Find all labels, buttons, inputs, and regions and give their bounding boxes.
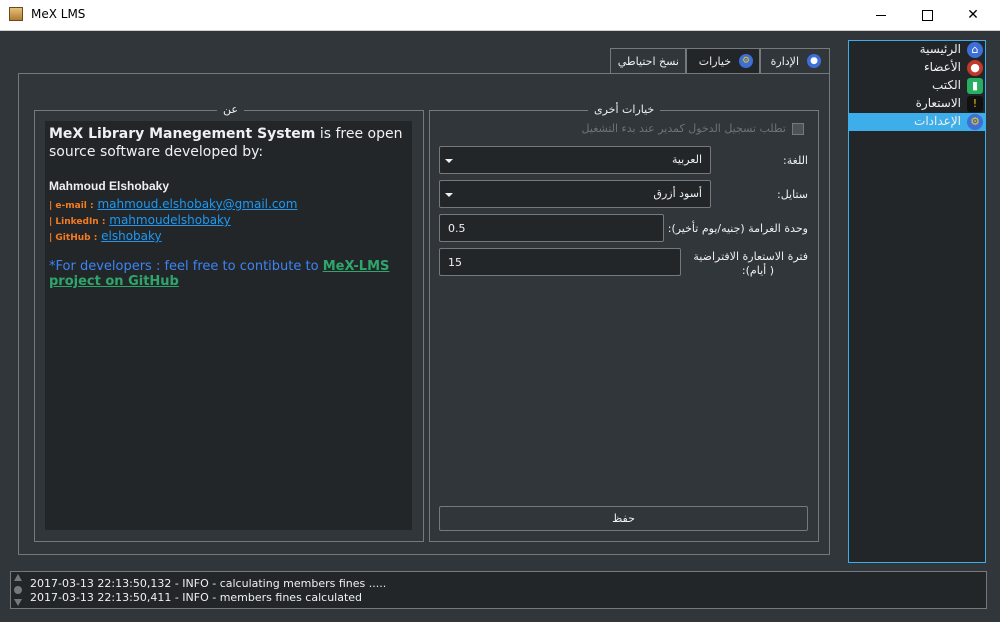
- sidebar-item-label: الكتب: [931, 78, 961, 92]
- sidebar-item-label: الاستعارة: [915, 96, 961, 110]
- sidebar-item-label: الرئيسية: [919, 42, 961, 56]
- sidebar-item-borrow[interactable]: ! الاستعارة: [849, 95, 985, 113]
- options-panel: عن MeX Library Manegement System is free…: [18, 73, 830, 555]
- about-group: عن MeX Library Manegement System is free…: [34, 103, 424, 542]
- contact-email: | e-mail : mahmoud.elshobaky@gmail.com: [49, 197, 297, 211]
- title-bar: MeX LMS ✕: [0, 0, 1000, 31]
- admin-login-checkbox-label: تطلب تسجيل الدخول كمدير عند بدء التشغيل: [581, 122, 786, 135]
- fine-unit-label: وحدة الغرامة (جنيه/يوم تأخير):: [667, 222, 808, 235]
- admin-login-checkbox[interactable]: [792, 123, 804, 135]
- sidebar-item-members[interactable]: ● الأعضاء: [849, 59, 985, 77]
- loan-period-label-line1: فترة الاستعارة الافتراضية: [693, 250, 808, 263]
- chevron-down-icon: [445, 193, 453, 197]
- developer-note: *For developers : feel free to contibute…: [49, 259, 404, 289]
- tab-options[interactable]: ⚙ خيارات: [686, 48, 760, 74]
- close-icon: ✕: [967, 7, 979, 23]
- log-scrollbar[interactable]: [13, 574, 23, 606]
- email-label: | e-mail :: [49, 201, 94, 211]
- language-select[interactable]: العربية: [439, 146, 711, 174]
- about-text-box: MeX Library Manegement System is free op…: [45, 121, 412, 530]
- scroll-handle[interactable]: [14, 586, 22, 594]
- github-label: | GitHub :: [49, 233, 98, 243]
- minimize-icon: [876, 14, 886, 16]
- contact-linkedin: | LinkedIn : mahmoudelshobaky: [49, 213, 231, 227]
- user-icon: ●: [807, 54, 821, 68]
- sidebar-item-home[interactable]: ⌂ الرئيسية: [849, 41, 985, 59]
- loan-period-value: 15: [448, 256, 462, 269]
- about-intro: MeX Library Manegement System is free op…: [49, 125, 409, 161]
- app-book-icon: [9, 7, 23, 21]
- borrow-icon: !: [967, 96, 983, 112]
- email-link[interactable]: mahmoud.elshobaky@gmail.com: [97, 197, 297, 211]
- sidebar-item-label: الإعدادات: [914, 114, 961, 128]
- tab-label: خيارات: [698, 55, 731, 68]
- options-icon: ⚙: [739, 54, 753, 68]
- admin-login-checkbox-row[interactable]: تطلب تسجيل الدخول كمدير عند بدء التشغيل: [570, 121, 804, 139]
- scroll-up-icon[interactable]: [14, 574, 22, 581]
- save-button[interactable]: حفظ: [439, 506, 808, 531]
- tab-backup[interactable]: نسخ احتياطي: [610, 48, 686, 74]
- log-panel: 2017-03-13 22:13:50,132 - INFO - calcula…: [10, 571, 987, 609]
- scroll-down-icon[interactable]: [14, 599, 22, 606]
- maximize-icon: [921, 9, 933, 21]
- fine-unit-input[interactable]: 0.5: [439, 214, 664, 242]
- github-link[interactable]: elshobaky: [101, 229, 162, 243]
- sidebar-item-settings[interactable]: ⚙ الإعدادات: [849, 113, 985, 131]
- tab-label: الإدارة: [770, 55, 799, 68]
- window-title: MeX LMS: [31, 7, 86, 21]
- options-group-title: خيارات أخرى: [588, 103, 661, 116]
- app-name: MeX Library Manegement System: [49, 126, 316, 142]
- settings-icon: ⚙: [967, 114, 983, 130]
- note-text: *For developers : feel free to contibute…: [49, 259, 323, 274]
- developer-name: Mahmoud Elshobaky: [49, 179, 170, 193]
- linkedin-link[interactable]: mahmoudelshobaky: [109, 213, 230, 227]
- contact-github: | GitHub : elshobaky: [49, 229, 162, 243]
- log-line: 2017-03-13 22:13:50,132 - INFO - calcula…: [30, 577, 387, 590]
- close-button[interactable]: ✕: [950, 0, 996, 30]
- linkedin-label: | LinkedIn :: [49, 217, 106, 227]
- other-options-group: خيارات أخرى تطلب تسجيل الدخول كمدير عند …: [429, 103, 819, 542]
- home-icon: ⌂: [967, 42, 983, 58]
- minimize-button[interactable]: [858, 0, 904, 30]
- style-value: أسود أزرق: [653, 187, 702, 200]
- members-icon: ●: [967, 60, 983, 76]
- fine-unit-value: 0.5: [448, 222, 466, 235]
- loan-period-input[interactable]: 15: [439, 248, 681, 276]
- style-label: ستايل:: [777, 188, 808, 201]
- log-line: 2017-03-13 22:13:50,411 - INFO - members…: [30, 591, 363, 604]
- about-group-title: عن: [217, 103, 244, 116]
- chevron-down-icon: [445, 159, 453, 163]
- language-label: اللغة:: [783, 154, 808, 167]
- tab-admin[interactable]: ● الإدارة: [760, 48, 830, 74]
- sidebar-nav: ⌂ الرئيسية ● الأعضاء ▮ الكتب ! الاستعارة…: [848, 40, 986, 563]
- maximize-button[interactable]: [904, 0, 950, 30]
- tab-label: نسخ احتياطي: [617, 55, 679, 68]
- style-select[interactable]: أسود أزرق: [439, 180, 711, 208]
- loan-period-label-line2: ( أيام):: [741, 264, 774, 277]
- language-value: العربية: [671, 153, 702, 166]
- sidebar-item-label: الأعضاء: [923, 60, 961, 74]
- book-icon: ▮: [967, 78, 983, 94]
- sidebar-item-books[interactable]: ▮ الكتب: [849, 77, 985, 95]
